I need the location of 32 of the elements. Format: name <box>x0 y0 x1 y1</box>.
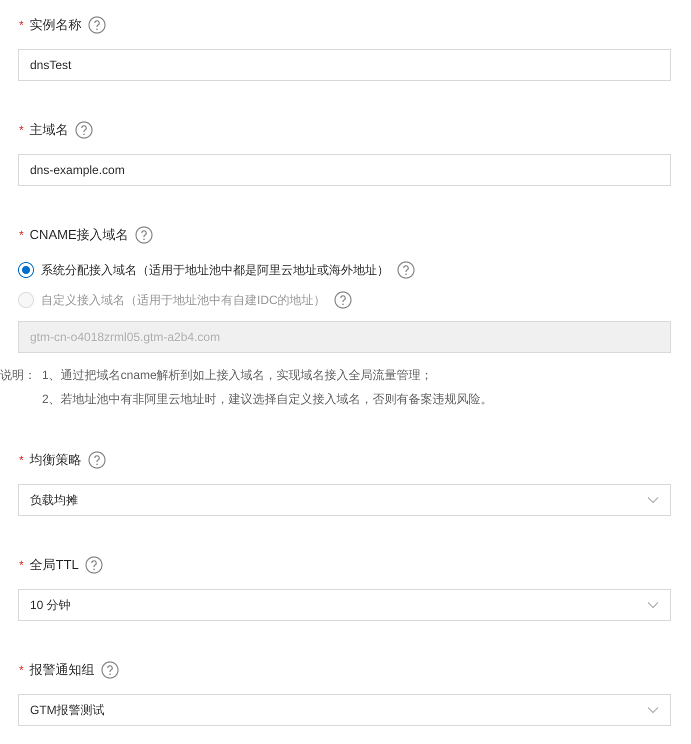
required-mark: * <box>19 662 24 679</box>
note-text: 1、通过把域名cname解析到如上接入域名，实现域名接入全局流量管理； <box>42 367 434 384</box>
field-label: 报警通知组 <box>30 661 95 680</box>
help-icon[interactable] <box>88 16 106 34</box>
required-mark: * <box>19 452 24 469</box>
note-text: 2、若地址池中有非阿里云地址时，建议选择自定义接入域名，否则有备案违规风险。 <box>42 391 493 408</box>
help-icon[interactable] <box>134 226 153 244</box>
select-field[interactable]: 10 分钟 <box>18 589 671 621</box>
text-field[interactable]: dns-example.com <box>18 154 671 186</box>
help-icon[interactable] <box>84 556 103 574</box>
field-label: 全局TTL <box>30 556 79 574</box>
chevron-down-icon <box>647 706 659 714</box>
field-label: 实例名称 <box>30 16 82 34</box>
required-mark: * <box>19 17 24 34</box>
field-label: 主域名 <box>30 121 69 140</box>
required-mark: * <box>19 122 24 139</box>
help-icon[interactable] <box>88 451 106 469</box>
required-mark: * <box>19 557 24 574</box>
select-field[interactable]: 负载均摊 <box>18 484 671 516</box>
radio-option[interactable]: 系统分配接入域名（适用于地址池中都是阿里云地址或海外地址） <box>18 261 389 279</box>
chevron-down-icon <box>647 601 659 609</box>
required-mark: * <box>19 227 24 244</box>
help-icon[interactable] <box>397 261 415 279</box>
note-label: 说明： <box>0 367 37 384</box>
chevron-down-icon <box>647 496 659 504</box>
field-label: CNAME接入域名 <box>30 226 129 244</box>
text-field[interactable]: dnsTest <box>18 49 671 81</box>
field-label: 均衡策略 <box>30 451 82 470</box>
help-icon[interactable] <box>74 121 93 139</box>
help-icon[interactable] <box>334 291 352 309</box>
help-icon[interactable] <box>100 661 119 679</box>
select-field[interactable]: GTM报警测试 <box>18 694 671 726</box>
